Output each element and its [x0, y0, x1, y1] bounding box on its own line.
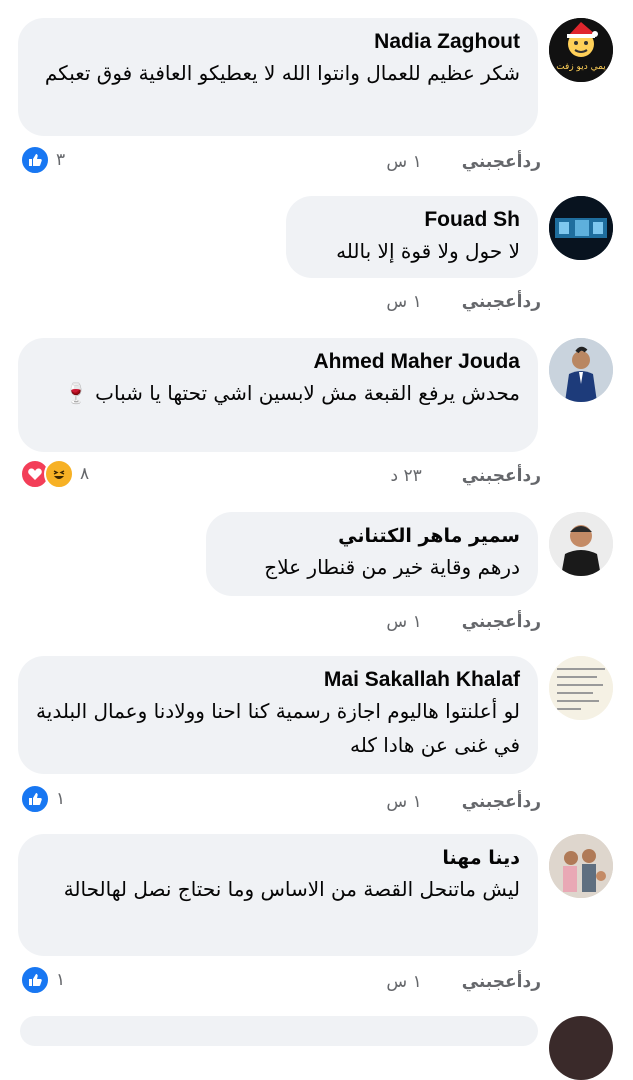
comment-text: درهم وقاية خير من قنطار علاج — [264, 555, 520, 579]
reply-button[interactable]: رد — [522, 466, 541, 486]
comment-bubble[interactable]: Nadia Zaghout شكر عظيم للعمال وانتوا الل… — [18, 18, 538, 136]
avatar-caption: يمي ديو زفت — [556, 62, 606, 72]
comment-author[interactable]: Fouad Sh — [304, 206, 520, 234]
reply-button[interactable]: رد — [522, 792, 541, 812]
comment-time[interactable]: ١ س — [386, 152, 421, 172]
comment-bubble[interactable]: دينا مهنا ليش ماتنحل القصة من الاساس وما… — [18, 834, 538, 956]
avatar-image-icon — [549, 512, 613, 576]
comment-actions: ١ س أعجبني رد — [346, 290, 541, 314]
reply-button[interactable]: رد — [522, 972, 541, 992]
reaction-count: ١ — [56, 970, 66, 990]
comment-author[interactable]: Mai Sakallah Khalaf — [36, 666, 520, 694]
comment-actions: ١ س أعجبني رد — [346, 610, 541, 634]
reply-button[interactable]: رد — [522, 612, 541, 632]
avatar[interactable] — [549, 196, 613, 260]
comment-text: ليش ماتنحل القصة من الاساس وما نحتاج نصل… — [63, 877, 520, 901]
comment-text: لو أعلنتوا هاليوم اجازة رسمية كنا احنا و… — [36, 699, 520, 757]
comment-author[interactable]: Nadia Zaghout — [36, 28, 520, 56]
like-button[interactable]: أعجبني — [462, 466, 523, 486]
comment-actions: ٢٣ د أعجبني رد — [350, 464, 541, 488]
avatar[interactable] — [549, 834, 613, 898]
avatar-image-icon — [549, 18, 613, 82]
like-button[interactable]: أعجبني — [462, 612, 523, 632]
reaction-count: ٣ — [56, 150, 66, 170]
avatar[interactable] — [549, 512, 613, 576]
reaction-summary[interactable]: ١ — [20, 784, 66, 814]
comment-author[interactable]: Ahmed Maher Jouda — [36, 348, 520, 376]
comment-time[interactable]: ١ س — [386, 792, 421, 812]
comment-bubble[interactable]: سمير ماهر الكتناني درهم وقاية خير من قنط… — [206, 512, 538, 596]
next-comment-bubble-partial — [20, 1016, 538, 1046]
comment-text: شكر عظيم للعمال وانتوا الله لا يعطيكو ال… — [44, 61, 520, 85]
haha-reaction-icon — [44, 459, 74, 489]
avatar-image-icon — [549, 196, 613, 260]
comment-bubble[interactable]: Mai Sakallah Khalaf لو أعلنتوا هاليوم اج… — [18, 656, 538, 774]
avatar-image-icon — [549, 834, 613, 898]
like-reaction-icon — [20, 145, 50, 175]
reaction-summary[interactable]: ١ — [20, 965, 66, 995]
avatar[interactable] — [549, 338, 613, 402]
comment-time[interactable]: ٢٣ د — [390, 466, 421, 486]
comment-author[interactable]: سمير ماهر الكتناني — [224, 522, 520, 550]
like-button[interactable]: أعجبني — [462, 792, 523, 812]
like-button[interactable]: أعجبني — [462, 972, 523, 992]
reaction-count: ١ — [56, 789, 66, 809]
reply-button[interactable]: رد — [522, 152, 541, 172]
comment-time[interactable]: ١ س — [386, 612, 421, 632]
comment-text: لا حول ولا قوة إلا بالله — [336, 239, 520, 263]
comment-actions: ١ س أعجبني رد — [346, 150, 541, 174]
reaction-summary[interactable]: ٨ — [20, 459, 90, 489]
comment-time[interactable]: ١ س — [386, 292, 421, 312]
like-button[interactable]: أعجبني — [462, 152, 523, 172]
reaction-summary[interactable]: ٣ — [20, 145, 66, 175]
reaction-count: ٨ — [80, 464, 90, 484]
comment-bubble[interactable]: Fouad Sh لا حول ولا قوة إلا بالله — [286, 196, 538, 278]
reply-button[interactable]: رد — [522, 292, 541, 312]
next-avatar-partial — [549, 1016, 613, 1080]
comment-actions: ١ س أعجبني رد — [346, 790, 541, 814]
comment-time[interactable]: ١ س — [386, 972, 421, 992]
like-reaction-icon — [20, 784, 50, 814]
like-reaction-icon — [20, 965, 50, 995]
avatar[interactable]: يمي ديو زفت — [549, 18, 613, 82]
comment-author[interactable]: دينا مهنا — [36, 844, 520, 872]
avatar-image-icon — [549, 656, 613, 720]
comment-text: محدش يرفع القبعة مش لابسين اشي تحتها يا … — [63, 381, 520, 405]
comment-bubble[interactable]: Ahmed Maher Jouda محدش يرفع القبعة مش لا… — [18, 338, 538, 452]
avatar[interactable] — [549, 656, 613, 720]
avatar-image-icon — [549, 338, 613, 402]
like-button[interactable]: أعجبني — [462, 292, 523, 312]
comment-actions: ١ س أعجبني رد — [346, 970, 541, 994]
